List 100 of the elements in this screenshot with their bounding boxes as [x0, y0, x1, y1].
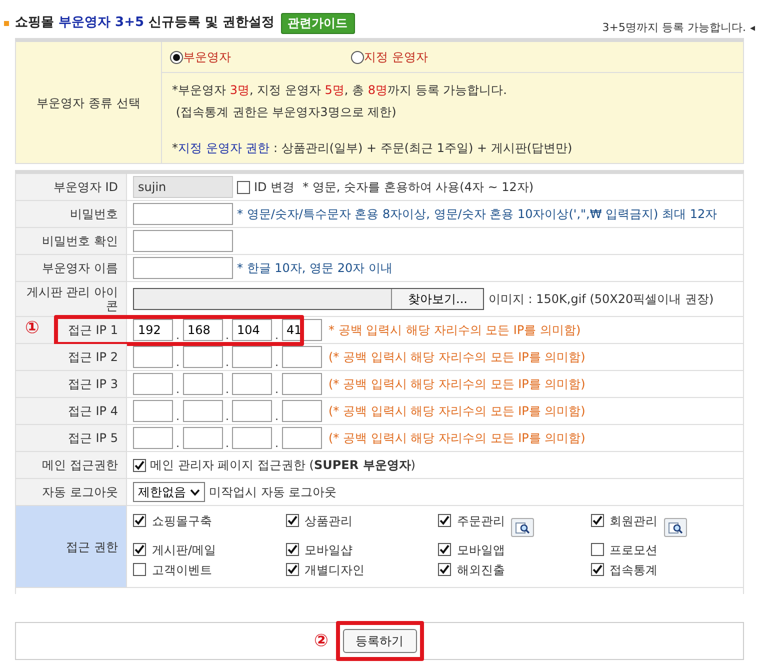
- limit-note: 3+5명까지 등록 가능합니다.: [602, 20, 746, 36]
- input-field[interactable]: sujin: [133, 176, 233, 198]
- checkbox[interactable]: [590, 514, 604, 527]
- chevron-down-icon: [190, 488, 200, 496]
- bullet-icon: [4, 20, 9, 26]
- field-label: 게시판 관리 아이콘: [25, 285, 118, 313]
- hint-text: 미작업시 자동 로그아웃: [209, 484, 337, 501]
- checkbox[interactable]: [133, 563, 146, 576]
- input-field[interactable]: [133, 400, 173, 422]
- magnifier-button[interactable]: [664, 518, 686, 537]
- input-field[interactable]: [133, 373, 173, 395]
- info-text: (접속통계 권한은 부운영자3명으로 제한): [174, 104, 398, 121]
- input-field[interactable]: [232, 400, 272, 422]
- checkmark-icon: [286, 544, 298, 555]
- checkbox[interactable]: [133, 514, 146, 527]
- input-field[interactable]: [282, 400, 322, 422]
- checkmark-icon: [134, 460, 145, 470]
- search-icon: [668, 522, 682, 534]
- checkbox[interactable]: [286, 514, 298, 527]
- dot-separator: .: [176, 384, 180, 395]
- input-field[interactable]: [282, 373, 322, 395]
- dot-separator: .: [275, 330, 278, 341]
- dot-separator: .: [226, 411, 229, 422]
- checkbox[interactable]: [286, 543, 298, 556]
- input-field[interactable]: [182, 400, 222, 422]
- input-field[interactable]: [232, 346, 272, 368]
- checkbox[interactable]: [286, 563, 298, 576]
- field-label: 접근 권한: [66, 540, 118, 554]
- radio-option[interactable]: 부운영자: [170, 48, 231, 66]
- submit-button[interactable]: 등록하기: [342, 629, 416, 653]
- input-field[interactable]: [133, 230, 233, 252]
- permission-label: 고객이벤트: [152, 563, 212, 577]
- dot-separator: .: [275, 411, 278, 422]
- checkbox[interactable]: [438, 514, 451, 527]
- permission-label: 게시판/메일: [152, 543, 216, 557]
- field-label: 부운영자 이름: [42, 261, 118, 275]
- dot-separator: .: [176, 357, 180, 368]
- input-field[interactable]: [282, 427, 322, 449]
- field-label: 접근 IP 4: [68, 404, 118, 418]
- input-field[interactable]: [133, 203, 233, 225]
- page-title: 쇼핑몰 부운영자 3+5 신규등록 및 권한설정: [15, 14, 275, 32]
- permission-label: 회원관리: [610, 514, 658, 528]
- info-text: *부운영자 3명, 지정 운영자 5명, 총 8명까지 등록 가능합니다.: [172, 82, 508, 99]
- checkbox[interactable]: [237, 180, 250, 194]
- hint-text: * 공백 입력시 해당 자리수의 모든 IP를 의미함): [328, 322, 581, 339]
- input-field[interactable]: [133, 346, 173, 368]
- checkbox[interactable]: [133, 543, 146, 556]
- info-text: *지정 운영자 권한 : 상품관리(일부) + 주문(최근 1주일) + 게시판(답변만): [172, 140, 574, 157]
- checkmark-icon: [439, 515, 450, 526]
- radio-option[interactable]: 지정 운영자: [351, 48, 428, 66]
- input-field[interactable]: 192: [133, 319, 173, 341]
- permission-label: 프로모션: [610, 543, 658, 557]
- permission-label: 쇼핑몰구축: [152, 514, 212, 528]
- checkbox[interactable]: [590, 563, 604, 576]
- checkmark-icon: [286, 564, 298, 575]
- input-field[interactable]: 168: [182, 319, 222, 341]
- checkbox-label: 메인 관리자 페이지 접근권한 (SUPER 부운영자): [150, 457, 416, 474]
- checkmark-icon: [439, 544, 450, 555]
- logout-select[interactable]: 제한없음: [133, 482, 205, 502]
- arrow-glyph: ◂: [750, 22, 755, 36]
- field-label: 메인 접근권한: [42, 458, 118, 472]
- input-field[interactable]: [182, 427, 222, 449]
- input-field[interactable]: 41: [282, 319, 322, 341]
- checkbox[interactable]: [133, 458, 146, 472]
- field-label: 접근 IP 5: [68, 431, 118, 445]
- hint-text: * 영문, 숫자를 혼용하여 사용(4자 ~ 12자): [302, 179, 534, 196]
- permission-label: 상품관리: [304, 514, 352, 528]
- dot-separator: .: [275, 357, 278, 368]
- field-label: 부운영자 종류 선택: [36, 94, 140, 112]
- browse-button[interactable]: 찾아보기...: [392, 289, 484, 309]
- checkmark-icon: [592, 515, 602, 526]
- input-field[interactable]: 104: [232, 319, 272, 341]
- input-field[interactable]: [133, 427, 173, 449]
- input-field[interactable]: [282, 346, 322, 368]
- input-field[interactable]: [182, 373, 222, 395]
- hint-text: * 한글 10자, 영문 20자 이내: [237, 260, 392, 277]
- field-label: 접근 IP 1: [68, 323, 118, 337]
- callout-number: ②: [314, 633, 328, 650]
- field-label: 부운영자 ID: [53, 180, 118, 194]
- input-field[interactable]: [182, 346, 222, 368]
- field-label: 접근 IP 3: [68, 377, 118, 391]
- input-field[interactable]: [232, 427, 272, 449]
- checkbox[interactable]: [438, 563, 451, 576]
- checkbox-label: ID 변경: [254, 179, 295, 196]
- input-field[interactable]: [232, 373, 272, 395]
- checkmark-icon: [286, 515, 298, 526]
- input-field[interactable]: [133, 257, 233, 279]
- checkbox[interactable]: [438, 543, 451, 556]
- magnifier-button[interactable]: [511, 518, 534, 537]
- search-icon: [515, 522, 530, 534]
- dot-separator: .: [226, 357, 229, 368]
- checkmark-icon: [439, 564, 450, 575]
- checkbox[interactable]: [590, 543, 604, 556]
- hint-text: 이미지 : 150K,gif (50X20픽셀이내 권장): [488, 291, 714, 308]
- checkmark-icon: [592, 564, 602, 575]
- permission-label: 해외진출: [457, 563, 505, 577]
- file-field[interactable]: 찾아보기...: [133, 288, 484, 310]
- field-label: 비밀번호: [70, 207, 118, 221]
- dot-separator: .: [275, 438, 278, 449]
- dot-separator: .: [226, 384, 229, 395]
